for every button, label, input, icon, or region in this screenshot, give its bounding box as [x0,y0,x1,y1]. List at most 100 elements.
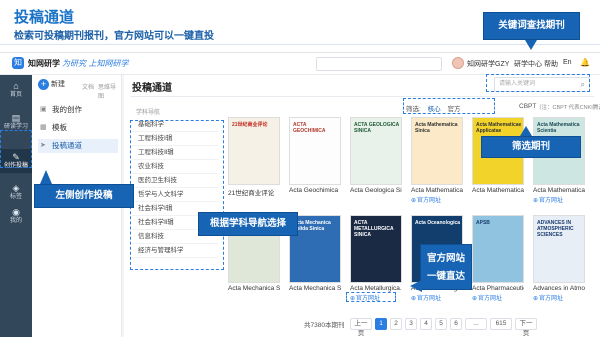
globe-icon: ⊕ [533,198,539,204]
top-search-input[interactable] [316,57,442,71]
journal-card[interactable]: ACTA GEOLOGICA SINICA Acta Geologica Si..… [350,117,402,194]
journal-title[interactable]: 21世纪商业评论 [228,187,280,197]
journal-cover-title: Acta Mathematicae Applicatae [476,122,522,134]
official-site-link[interactable]: ⊕官方网址 [533,293,585,302]
callout-arrow [410,280,422,292]
journal-title[interactable]: Acta Geochimica [289,187,341,194]
journal-cover-title: ACTA GEOLOGICA SINICA [354,122,400,134]
page-button[interactable]: 2 [390,318,402,330]
journal-title[interactable]: Acta Metallurgica... [350,285,402,292]
globe-icon: ⊕ [411,296,417,302]
journal-card[interactable]: ACTA METALLURGICA SINICA Acta Metallurgic… [350,215,402,302]
sidebar-item-my-creations[interactable]: ▣ 我的创作 [38,103,118,117]
globe-icon: ⊕ [411,198,417,204]
page-button[interactable]: 下一页 [515,318,537,337]
journal-cover-title: Acta Oceanologica [415,220,461,226]
left-rail: ⌂ 首页 ▤ 研读学习 ✎ 创作投稿 ◈ 标签 ◉ 我的 [0,75,32,337]
tab-mindmap[interactable]: 思维导图 [98,82,121,100]
sidebar-item-label: 我的创作 [52,105,82,114]
official-site-link[interactable]: ⊕官方网址 [533,195,585,204]
callout-arrow [525,40,537,50]
user-name[interactable]: 知网研学GZY [467,59,509,69]
journal-title[interactable]: Acta Mathematica... [472,187,524,194]
page-button[interactable]: 615 [490,318,512,330]
journal-cover[interactable]: ACTA METALLURGICA SINICA [350,215,402,283]
slide-subtitle: 检索可投稿期刊报刊，官方网站可以一键直投 [14,31,214,42]
official-site-link[interactable]: ⊕官方网址 [472,293,524,302]
sidebar-item-templates[interactable]: ▦ 模板 [38,121,118,135]
journal-card[interactable]: Acta Mathematica Scientia Acta Mathematic… [533,117,585,204]
page-button[interactable]: 6 [450,318,462,330]
page-button[interactable]: 4 [420,318,432,330]
journal-cover-title: ADVANCES IN ATMOSPHERIC SCIENCES [537,220,574,238]
journal-cover[interactable]: 21世纪商业评论 [228,117,280,185]
app-logo-text[interactable]: 知网研学 [28,58,60,69]
filter-cbpt[interactable]: CBPT [519,103,536,110]
journal-title[interactable]: Acta Pharmaceutic... [472,285,524,292]
annotation-frame-subjects [130,120,224,270]
journal-card[interactable]: ADVANCES IN ATMOSPHERIC SCIENCES Advances… [533,215,585,302]
rail-label: 我的 [9,218,22,224]
slogan: 为研究 上知网研学 [62,59,129,68]
title-divider [0,44,600,45]
sidebar-item-label: 模板 [52,123,67,132]
journal-title[interactable]: Acta Mathematica... [533,187,585,194]
bell-icon[interactable]: 🔔 [580,58,590,67]
page-title: 投稿通道 [132,83,172,94]
official-site-label: 官方网址 [539,198,564,204]
profile-icon: ◉ [12,207,20,217]
annotation-frame-official-link [346,292,396,302]
callout-official-site: 官方网站 一键直达 [420,244,472,290]
callout-official-line-1: 官方网站 [426,253,465,264]
top-bar: 知 知网研学 为研究 上知网研学 知网研学GZY 研学中心 帮助 En 🔔 [0,53,600,75]
page-button[interactable]: 3 [405,318,417,330]
divider [130,96,594,97]
journal-cover[interactable]: ADVANCES IN ATMOSPHERIC SCIENCES [533,215,585,283]
new-button[interactable]: + 新建 [36,78,71,92]
sidebar-item-submission[interactable]: ➤ 投稿通道 [38,139,118,153]
avatar[interactable] [452,57,464,69]
globe-icon: ⊕ [533,296,539,302]
rail-label: 首页 [9,92,22,98]
total-count: 共7380本期刊 [304,322,345,329]
journal-cover[interactable]: ACTA GEOLOGICA SINICA [350,117,402,185]
page-button[interactable]: 上一页 [350,318,372,337]
journal-title[interactable]: Acta Mechanica Si... [228,285,280,292]
journal-card[interactable]: Acta Mathematica Sinica Acta Mathematica.… [411,117,463,204]
nav-language[interactable]: En [563,59,572,66]
journal-cover[interactable]: ACTA GEOCHIMICA [289,117,341,185]
journal-card[interactable]: 21世纪商业评论 21世纪商业评论 [228,117,280,197]
journal-title[interactable]: Advances in Atmo... [533,285,585,292]
official-site-link[interactable]: ⊕官方网址 [411,195,463,204]
journal-cover-title: Acta Mathematica Sinica [415,122,458,134]
slide-title: 投稿通道 [14,9,75,26]
official-site-label: 官方网址 [478,296,503,302]
tab-documents[interactable]: 文档 [82,82,94,91]
nav-research-center[interactable]: 研学中心 [514,59,542,69]
rail-item-profile[interactable]: ◉ 我的 [0,207,32,225]
rail-item-home[interactable]: ⌂ 首页 [0,81,32,99]
rail-item-tag[interactable]: ◈ 标签 [0,183,32,201]
page-button[interactable]: 5 [435,318,447,330]
official-site-label: 官方网址 [417,296,442,302]
journal-cover[interactable]: APSB [472,215,524,283]
journal-title[interactable]: Acta Mathematica... [411,187,463,194]
send-icon: ➤ [40,142,46,149]
callout-create: 左侧创作投稿 [34,184,134,208]
page-button[interactable]: ... [465,318,487,330]
callout-arrow [520,126,532,136]
journal-cover-title: APSB [476,220,490,226]
callout-filter: 筛选期刊 [481,136,581,158]
page-button[interactable]: 1 [375,318,387,330]
journal-title[interactable]: Acta Mechanica S... [289,285,341,292]
journal-cover-title: ACTA METALLURGICA SINICA [354,220,394,238]
official-site-link[interactable]: ⊕官方网址 [411,293,463,302]
nav-help[interactable]: 帮助 [544,59,558,69]
subject-nav-heading: 学科导航 [136,110,161,116]
callout-search: 关键词查找期刊 [483,12,580,40]
rail-item-study[interactable]: ▤ 研读学习 [0,113,32,131]
journal-cover[interactable]: Acta Mathematica Sinica [411,117,463,185]
journal-card[interactable]: APSB Acta Pharmaceutic...⊕官方网址 [472,215,524,302]
journal-title[interactable]: Acta Geologica Si... [350,187,402,194]
journal-card[interactable]: ACTA GEOCHIMICA Acta Geochimica [289,117,341,194]
